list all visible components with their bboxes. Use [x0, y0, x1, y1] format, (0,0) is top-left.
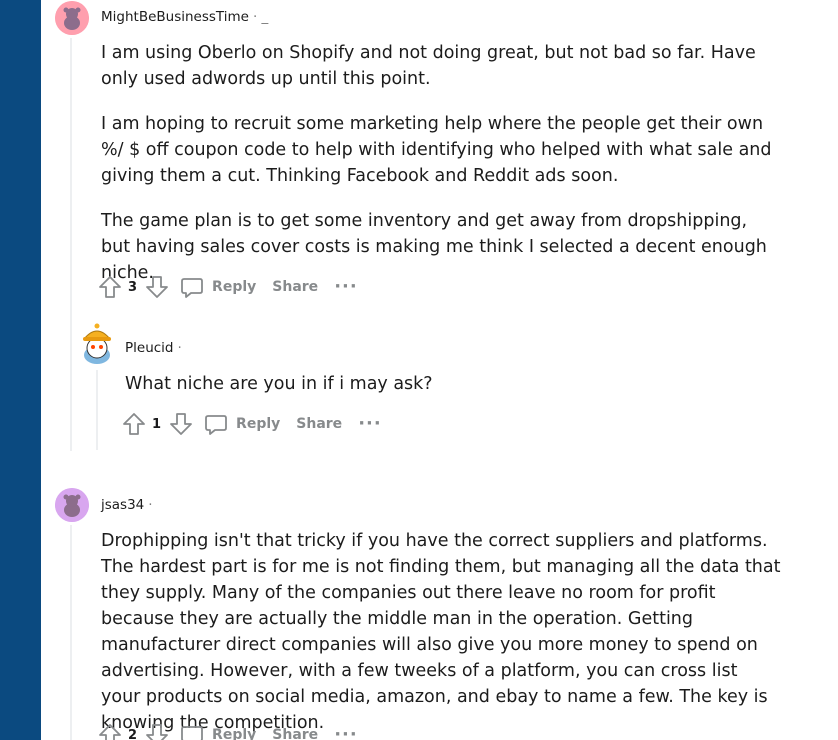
comment-body: What niche are you in if i may ask?	[125, 371, 785, 397]
share-button[interactable]: Share	[296, 416, 342, 432]
snoo-avatar-icon	[82, 323, 112, 364]
upvote-arrow-icon	[99, 724, 121, 740]
reply-label: Reply	[212, 279, 257, 295]
username-link[interactable]: Pleucid	[125, 340, 174, 356]
more-options-button[interactable]: ···	[358, 415, 382, 433]
comment-bubble-icon	[181, 278, 203, 298]
comment-header: Pleucid ·	[125, 340, 182, 356]
comment-bubble-icon	[181, 726, 203, 740]
comment-paragraph: Drophipping isn't that tricky if you hav…	[101, 531, 781, 733]
share-button[interactable]: Share	[272, 279, 318, 295]
vote-count: 1	[152, 416, 162, 432]
reply-button[interactable]: Reply	[180, 723, 256, 740]
more-options-button[interactable]: ···	[334, 278, 358, 296]
upvote-button[interactable]	[97, 274, 123, 300]
comment-header: MightBeBusinessTime · _	[101, 9, 268, 25]
comment-actions: 3 Reply Share ···	[97, 274, 358, 300]
comment-actions: 1 Reply Share ···	[121, 411, 382, 437]
upvote-arrow-icon	[99, 276, 121, 298]
upvote-button[interactable]	[121, 411, 147, 437]
downvote-arrow-icon	[146, 276, 168, 298]
username-link[interactable]: MightBeBusinessTime	[101, 9, 249, 25]
snoo-avatar-icon	[55, 488, 89, 522]
comment-bubble-icon	[205, 415, 227, 435]
comment-paragraph: I am hoping to recruit some marketing he…	[101, 114, 772, 186]
thread-line[interactable]	[96, 370, 98, 450]
downvote-arrow-icon	[146, 724, 168, 740]
reply-button[interactable]: Reply	[204, 412, 280, 436]
more-options-button[interactable]: ···	[334, 726, 358, 740]
reply-button[interactable]: Reply	[180, 275, 256, 299]
avatar[interactable]	[79, 321, 115, 365]
avatar[interactable]	[55, 488, 89, 522]
upvote-button[interactable]	[97, 722, 123, 740]
comment-meta: · _	[252, 9, 269, 25]
comment-actions: 2 Reply Share ···	[97, 722, 358, 740]
downvote-button[interactable]	[144, 722, 170, 740]
reply-label: Reply	[236, 416, 281, 432]
downvote-button[interactable]	[168, 411, 194, 437]
snoo-avatar-icon	[55, 1, 89, 35]
upvote-arrow-icon	[123, 413, 145, 435]
share-button[interactable]: Share	[272, 727, 318, 740]
comment-paragraph: I am using Oberlo on Shopify and not doi…	[101, 43, 756, 89]
downvote-button[interactable]	[144, 274, 170, 300]
comment-meta: ·	[177, 340, 182, 356]
reply-label: Reply	[212, 727, 257, 740]
downvote-arrow-icon	[170, 413, 192, 435]
comment-body: Drophipping isn't that tricky if you hav…	[101, 528, 781, 736]
comment-body: I am using Oberlo on Shopify and not doi…	[101, 40, 781, 286]
vote-count: 3	[128, 279, 138, 295]
left-sidebar-strip	[0, 0, 41, 740]
comment-paragraph: What niche are you in if i may ask?	[125, 374, 433, 394]
comment-meta: ·	[148, 497, 153, 513]
vote-count: 2	[128, 727, 138, 740]
avatar[interactable]	[55, 1, 89, 35]
comment-header: jsas34 ·	[101, 497, 153, 513]
thread-line[interactable]	[70, 38, 72, 451]
username-link[interactable]: jsas34	[101, 497, 144, 513]
thread-line[interactable]	[70, 525, 72, 740]
